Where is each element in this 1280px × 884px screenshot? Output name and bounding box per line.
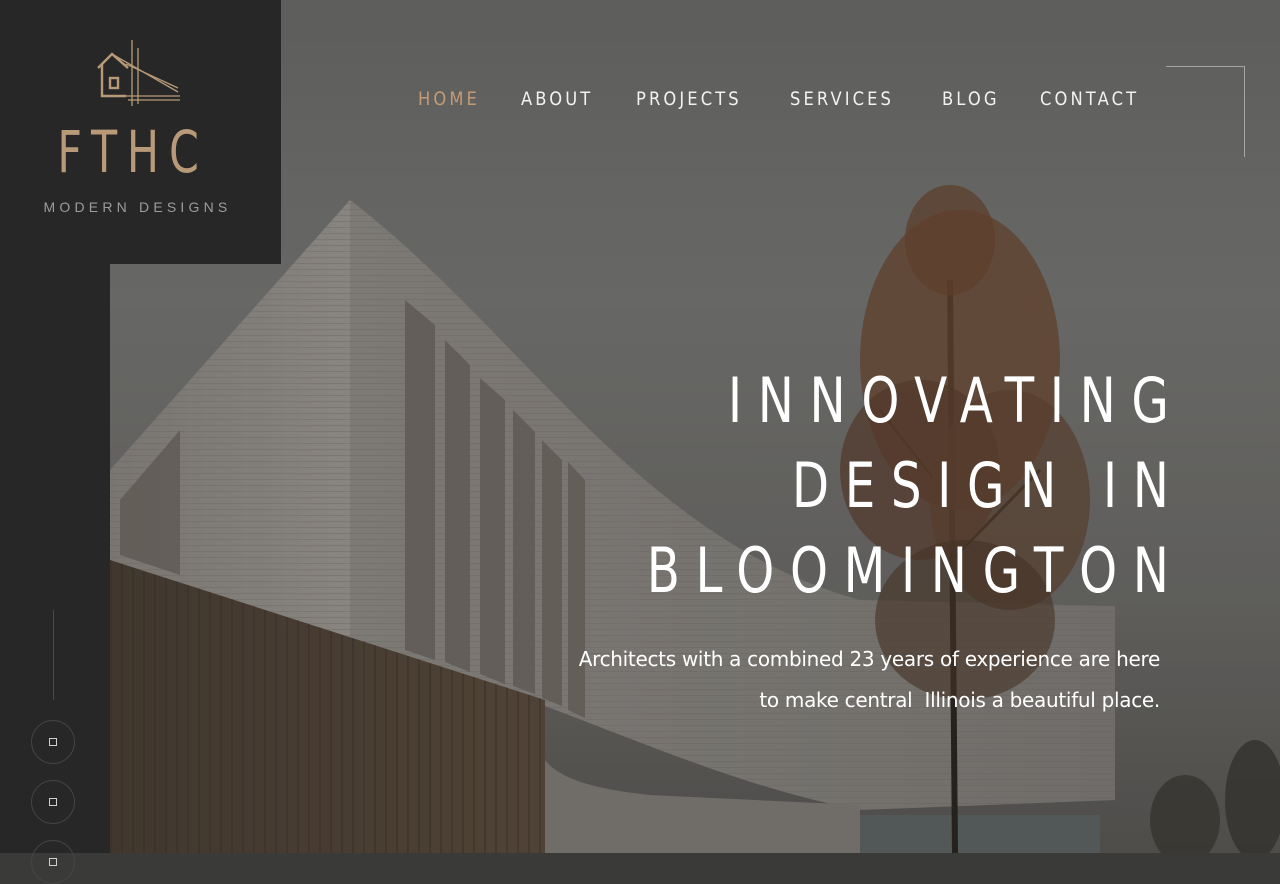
headline-line-3: BLOOMINGTON <box>647 534 1185 607</box>
hero-tagline: Architects with a combined 23 years of e… <box>560 639 1161 721</box>
rail-button-2[interactable] <box>31 780 75 824</box>
nav-about[interactable]: ABOUT <box>521 88 593 110</box>
rail-button-3[interactable] <box>31 840 75 884</box>
tagline-line-2: to make central Illinois a beautiful pla… <box>759 688 1160 712</box>
brand-title: FTHC <box>57 118 209 186</box>
square-icon <box>49 738 57 746</box>
headline-line-2: DESIGN IN <box>792 449 1185 522</box>
brand-subtitle: MODERN DESIGNS <box>43 199 232 215</box>
tagline-line-1: Architects with a combined 23 years of e… <box>578 647 1161 671</box>
square-icon <box>49 858 57 866</box>
nav-services[interactable]: SERVICES <box>790 88 894 110</box>
headline-line-1: INNOVATING <box>728 364 1185 437</box>
hero-headline: INNOVATING DESIGN IN BLOOMINGTON <box>495 358 1169 613</box>
square-icon <box>49 798 57 806</box>
nav-home[interactable]: HOME <box>418 88 480 110</box>
rail-button-1[interactable] <box>31 720 75 764</box>
nav-corner-frame <box>1166 66 1245 157</box>
nav-blog[interactable]: BLOG <box>942 88 1000 110</box>
main-nav: HOME ABOUT PROJECTS SERVICES BLOG CONTAC… <box>418 88 1156 110</box>
rail-divider <box>53 610 54 700</box>
logo[interactable]: FTHC MODERN DESIGNS <box>0 0 281 264</box>
house-logo-icon <box>97 40 180 106</box>
nav-projects[interactable]: PROJECTS <box>636 88 742 110</box>
nav-contact[interactable]: CONTACT <box>1040 88 1139 110</box>
